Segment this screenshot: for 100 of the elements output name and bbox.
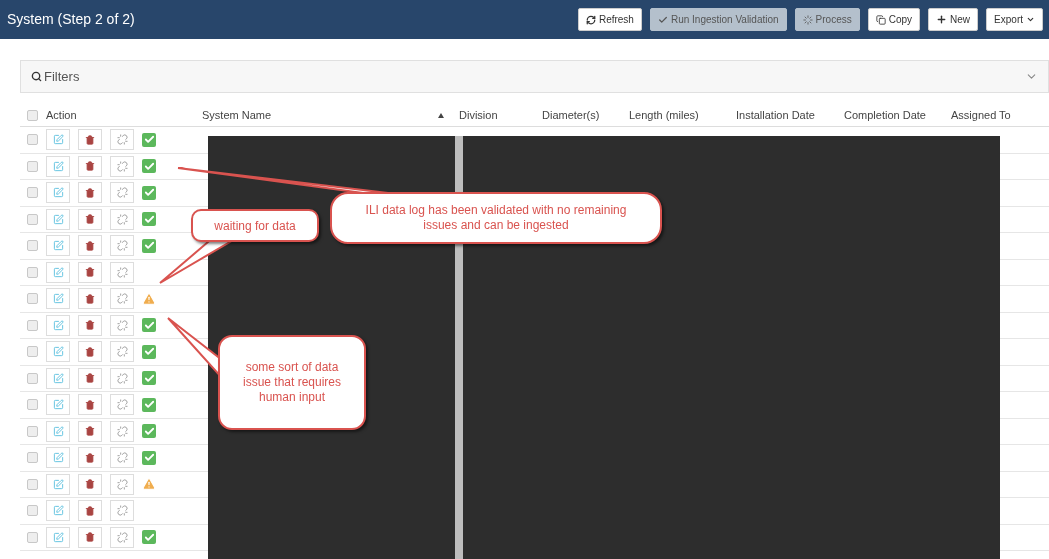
- unlink-icon: [116, 399, 128, 411]
- edit-button[interactable]: [46, 526, 70, 548]
- row-checkbox[interactable]: [27, 452, 38, 464]
- row-checkbox[interactable]: [27, 240, 38, 252]
- unlink-button[interactable]: [110, 235, 134, 257]
- edit-icon: [52, 478, 64, 490]
- row-checkbox[interactable]: [27, 505, 38, 517]
- edit-button[interactable]: [46, 447, 70, 469]
- delete-button[interactable]: [78, 341, 102, 363]
- column-header[interactable]: Installation Date: [736, 107, 829, 124]
- delete-button[interactable]: [78, 314, 102, 336]
- trash-icon: [85, 134, 95, 145]
- toolbar-button[interactable]: Export: [986, 8, 1043, 31]
- callout-bubble: waiting for data: [191, 209, 319, 242]
- unlink-icon: [116, 505, 128, 517]
- trash-icon: [85, 346, 95, 357]
- unlink-icon: [116, 293, 128, 305]
- column-header[interactable]: Assigned To: [951, 107, 1041, 124]
- delete-button[interactable]: [78, 526, 102, 548]
- trash-icon: [85, 452, 95, 463]
- copy-icon: [875, 14, 886, 25]
- row-checkbox[interactable]: [27, 110, 38, 121]
- unlink-icon: [116, 213, 128, 225]
- edit-button[interactable]: [46, 341, 70, 363]
- delete-button[interactable]: [78, 367, 102, 389]
- edit-button[interactable]: [46, 367, 70, 389]
- edit-button[interactable]: [46, 420, 70, 442]
- edit-button[interactable]: [46, 235, 70, 257]
- trash-icon: [85, 320, 95, 331]
- row-checkbox[interactable]: [27, 213, 38, 225]
- row-checkbox[interactable]: [27, 425, 38, 437]
- unlink-icon: [116, 240, 128, 252]
- edit-button[interactable]: [46, 261, 70, 283]
- row-checkbox[interactable]: [27, 346, 38, 358]
- unlink-icon: [116, 531, 128, 543]
- unlink-button[interactable]: [110, 420, 134, 442]
- column-header[interactable]: Length (miles): [629, 107, 721, 124]
- delete-button[interactable]: [78, 288, 102, 310]
- edit-icon: [52, 346, 64, 358]
- toolbar-button[interactable]: Copy: [867, 8, 921, 31]
- edit-button[interactable]: [46, 314, 70, 336]
- delete-button[interactable]: [78, 261, 102, 283]
- edit-button[interactable]: [46, 182, 70, 204]
- unlink-icon: [116, 319, 128, 331]
- unlink-button[interactable]: [110, 261, 134, 283]
- row-checkbox[interactable]: [27, 293, 38, 305]
- row-checkbox[interactable]: [27, 134, 38, 146]
- unlink-button[interactable]: [110, 394, 134, 416]
- row-checkbox[interactable]: [27, 399, 38, 411]
- edit-button[interactable]: [46, 394, 70, 416]
- column-header[interactable]: System Name: [202, 107, 444, 124]
- unlink-button[interactable]: [110, 341, 134, 363]
- delete-button[interactable]: [78, 473, 102, 495]
- edit-button[interactable]: [46, 288, 70, 310]
- filters-panel[interactable]: Filters: [20, 60, 1049, 93]
- unlink-button[interactable]: [110, 155, 134, 177]
- trash-icon: [85, 373, 95, 384]
- unlink-button[interactable]: [110, 447, 134, 469]
- row-checkbox[interactable]: [27, 319, 38, 331]
- edit-button[interactable]: [46, 129, 70, 151]
- row-checkbox[interactable]: [27, 187, 38, 199]
- column-header[interactable]: Division: [459, 107, 527, 124]
- unlink-button[interactable]: [110, 288, 134, 310]
- edit-icon: [52, 399, 64, 411]
- trash-icon: [85, 293, 95, 304]
- row-checkbox[interactable]: [27, 160, 38, 172]
- unlink-button[interactable]: [110, 367, 134, 389]
- unlink-button[interactable]: [110, 500, 134, 522]
- unlink-button[interactable]: [110, 314, 134, 336]
- delete-button[interactable]: [78, 208, 102, 230]
- toolbar-button[interactable]: New: [928, 8, 979, 31]
- delete-button[interactable]: [78, 500, 102, 522]
- row-checkbox[interactable]: [27, 531, 38, 543]
- spinner-icon: [802, 14, 813, 25]
- column-header[interactable]: Completion Date: [844, 107, 936, 124]
- delete-button[interactable]: [78, 447, 102, 469]
- column-header[interactable]: Action: [46, 107, 187, 124]
- delete-button[interactable]: [78, 235, 102, 257]
- row-checkbox[interactable]: [27, 266, 38, 278]
- delete-button[interactable]: [78, 420, 102, 442]
- delete-button[interactable]: [78, 394, 102, 416]
- unlink-button[interactable]: [110, 182, 134, 204]
- edit-button[interactable]: [46, 208, 70, 230]
- unlink-button[interactable]: [110, 208, 134, 230]
- unlink-button[interactable]: [110, 526, 134, 548]
- trash-icon: [85, 505, 95, 516]
- unlink-icon: [116, 160, 128, 172]
- row-checkbox[interactable]: [27, 478, 38, 490]
- column-header[interactable]: Diameter(s): [542, 107, 614, 124]
- edit-button[interactable]: [46, 155, 70, 177]
- unlink-button[interactable]: [110, 129, 134, 151]
- toolbar-button[interactable]: Refresh: [577, 8, 642, 31]
- unlink-button[interactable]: [110, 473, 134, 495]
- delete-button[interactable]: [78, 129, 102, 151]
- edit-button[interactable]: [46, 500, 70, 522]
- edit-button[interactable]: [46, 473, 70, 495]
- delete-button[interactable]: [78, 182, 102, 204]
- row-checkbox[interactable]: [27, 372, 38, 384]
- delete-button[interactable]: [78, 155, 102, 177]
- filters-label: Filters: [44, 67, 81, 86]
